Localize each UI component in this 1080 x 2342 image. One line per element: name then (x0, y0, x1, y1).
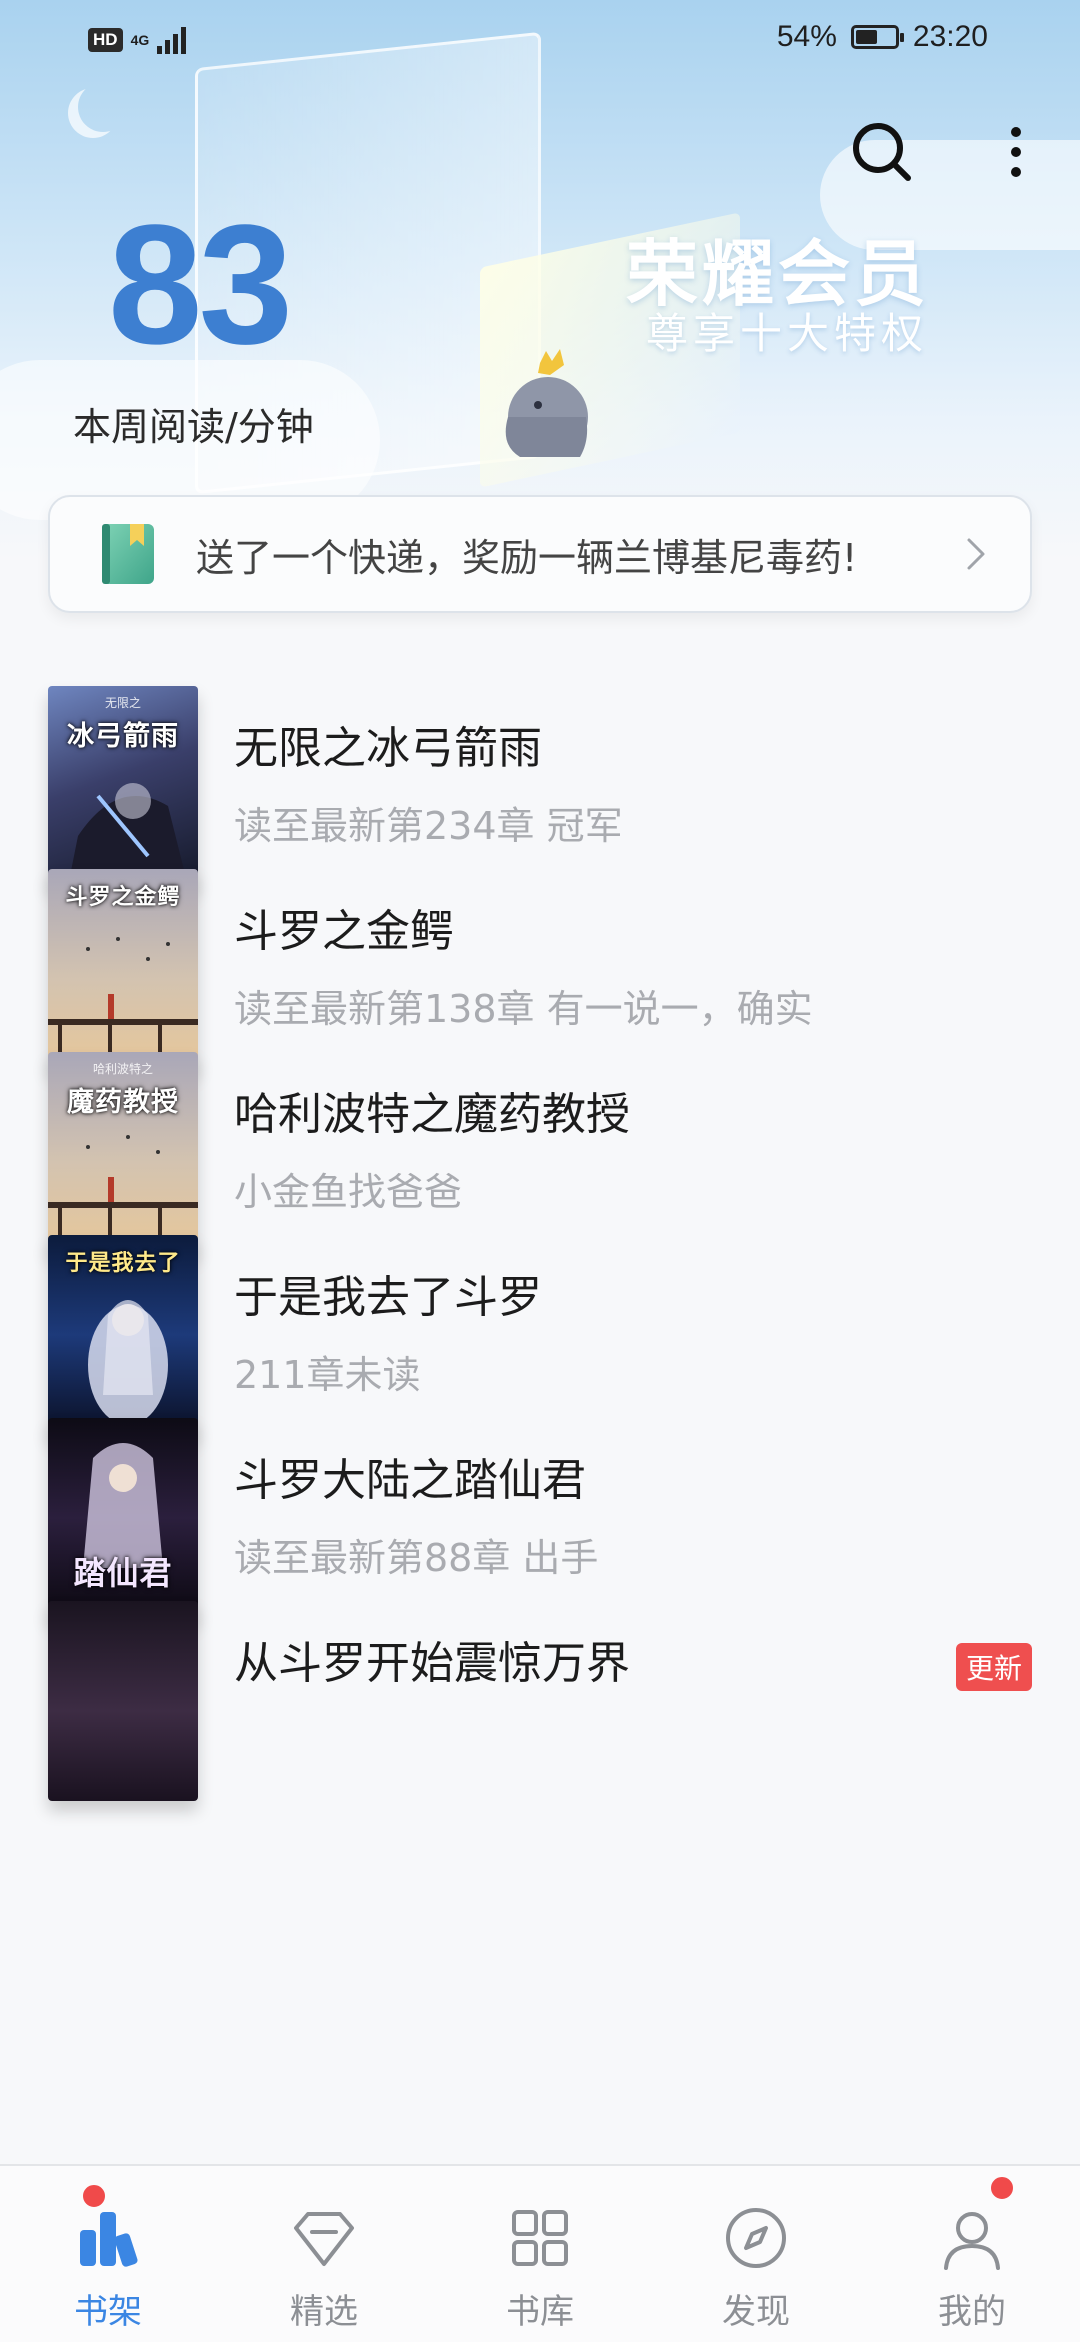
battery-percent: 54% (776, 20, 837, 53)
status-bar: HD 4G 54% 23:20 (0, 0, 1080, 80)
book-title: 无限之冰弓箭雨 (234, 723, 542, 774)
nav-library[interactable]: 书库 (432, 2166, 648, 2342)
more-vertical-icon (1011, 127, 1021, 177)
notification-dot (80, 2182, 108, 2210)
nav-label: 发现 (722, 2292, 790, 2332)
nav-bookshelf[interactable]: 书架 (0, 2166, 216, 2342)
book-item[interactable]: 从斗罗开始震惊万界 更新 (0, 1555, 1080, 1801)
hd-indicator: HD (88, 28, 123, 52)
book-title: 斗罗之金鳄 (234, 906, 454, 957)
search-icon (853, 123, 911, 181)
more-options-button[interactable] (996, 118, 1036, 186)
clock: 23:20 (912, 20, 988, 53)
chevron-right-icon (967, 538, 985, 570)
header-banner: HD 4G 54% 23:20 83 本周阅读/分钟 荣耀会员 尊享十大特权 (0, 0, 1080, 560)
book-title: 于是我去了斗罗 (234, 1272, 542, 1323)
diamond-icon (294, 2212, 354, 2266)
grid-icon (512, 2210, 568, 2266)
moon-decoration (78, 82, 128, 132)
cover-title: 于是我去了 (65, 1251, 181, 1276)
book-title: 从斗罗开始震惊万界 (234, 1638, 630, 1689)
nav-label: 书库 (506, 2292, 574, 2332)
book-cover (48, 1601, 198, 1801)
cover-series: 无限之 (104, 696, 141, 710)
vip-subtitle[interactable]: 尊享十大特权 (646, 300, 928, 361)
cover-title: 斗罗之金鳄 (65, 885, 181, 910)
signal-icon (157, 26, 187, 54)
bottom-navigation: 书架 精选 书库 发现 我的 (0, 2164, 1080, 2342)
weekly-reading-label: 本周阅读/分钟 (73, 405, 314, 449)
cover-title: 魔药教授 (67, 1087, 179, 1118)
network-type: 4G (130, 32, 150, 48)
notice-banner[interactable]: 送了一个快递，奖励一辆兰博基尼毒药! (48, 495, 1032, 613)
nav-label: 精选 (290, 2292, 358, 2332)
mascot-illustration (505, 349, 588, 457)
notice-text: 送了一个快递，奖励一辆兰博基尼毒药! (196, 535, 858, 580)
book-bookmark-icon (102, 524, 154, 584)
nav-label: 我的 (938, 2292, 1006, 2332)
book-title: 斗罗大陆之踏仙君 (234, 1455, 586, 1506)
notification-dot (988, 2174, 1016, 2202)
bookshelf-icon (80, 2212, 138, 2267)
weekly-reading-minutes[interactable]: 83 (108, 200, 293, 370)
nav-discover[interactable]: 发现 (648, 2166, 864, 2342)
cover-series: 哈利波特之 (92, 1062, 153, 1076)
nav-profile[interactable]: 我的 (864, 2166, 1080, 2342)
compass-icon (726, 2208, 786, 2268)
user-icon (944, 2212, 1000, 2270)
search-button[interactable] (848, 118, 916, 186)
battery-icon (850, 25, 904, 49)
book-title: 哈利波特之魔药教授 (234, 1089, 630, 1140)
update-badge: 更新 (955, 1643, 1032, 1691)
cover-title: 冰弓箭雨 (67, 721, 179, 752)
nav-label: 书架 (74, 2292, 142, 2332)
nav-featured[interactable]: 精选 (216, 2166, 432, 2342)
